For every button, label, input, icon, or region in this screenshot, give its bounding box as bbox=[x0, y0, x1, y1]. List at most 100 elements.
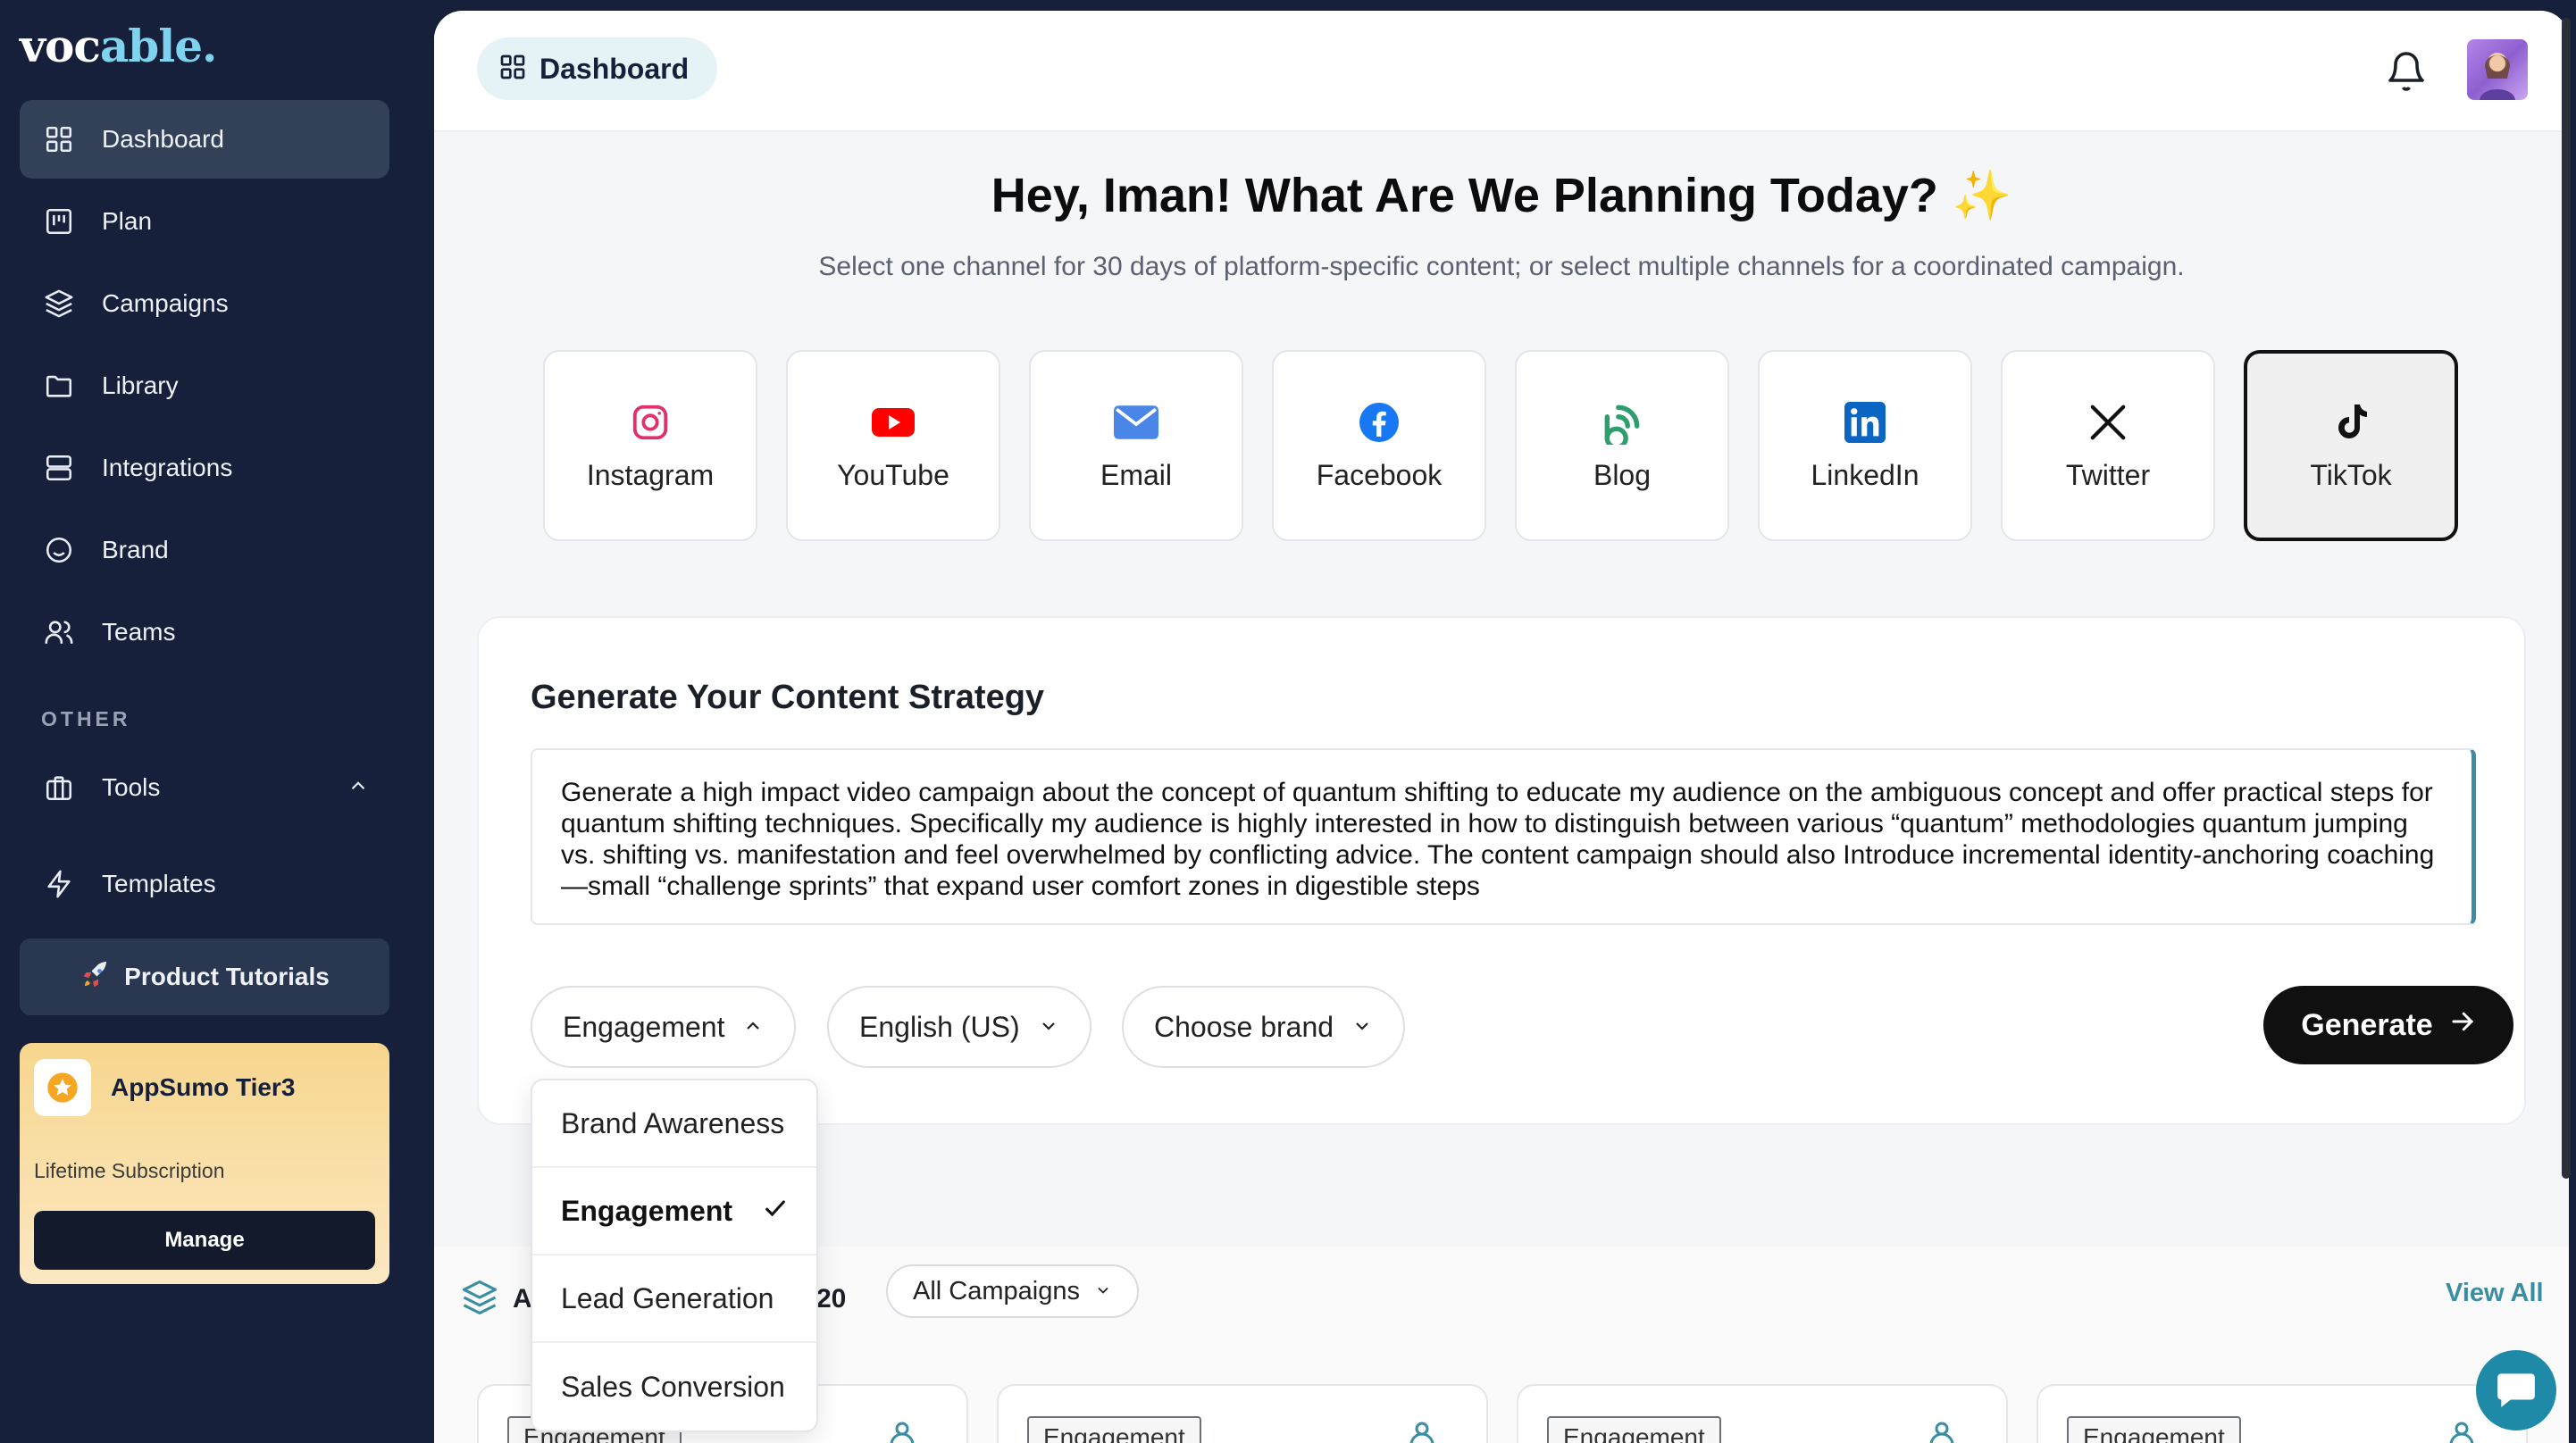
x-icon bbox=[2086, 400, 2130, 445]
channel-instagram[interactable]: Instagram bbox=[543, 350, 757, 541]
layers-icon bbox=[41, 286, 77, 321]
channel-blog[interactable]: Blog bbox=[1515, 350, 1729, 541]
bell-icon[interactable] bbox=[2385, 50, 2428, 93]
server-icon bbox=[41, 450, 77, 486]
product-tutorials-button[interactable]: Product Tutorials bbox=[20, 938, 389, 1015]
manage-button[interactable]: Manage bbox=[34, 1211, 375, 1270]
sidebar: vocable. Dashboard Plan Campaigns Librar… bbox=[0, 0, 432, 1443]
sidebar-tools[interactable]: Tools bbox=[20, 748, 389, 830]
goal-option-brand-awareness[interactable]: Brand Awareness bbox=[532, 1080, 816, 1168]
campaign-filter-dropdown[interactable]: All Campaigns bbox=[886, 1264, 1139, 1318]
channel-label: LinkedIn bbox=[1811, 458, 1919, 491]
goal-option-label: Sales Conversion bbox=[561, 1370, 785, 1403]
sidebar-item-dashboard[interactable]: Dashboard bbox=[20, 100, 389, 179]
chevron-up-icon[interactable] bbox=[347, 774, 370, 802]
channel-email[interactable]: Email bbox=[1029, 350, 1243, 541]
campaign-tag: Engagement bbox=[1547, 1416, 1721, 1443]
goal-option-label: Engagement bbox=[561, 1194, 733, 1227]
sidebar-item-templates[interactable]: Templates bbox=[20, 845, 389, 923]
channel-facebook[interactable]: Facebook bbox=[1272, 350, 1486, 541]
campaign-card[interactable]: Engagement bbox=[997, 1384, 1488, 1443]
campaign-filter-value: All Campaigns bbox=[913, 1276, 1080, 1305]
generate-button[interactable]: Generate bbox=[2263, 986, 2513, 1064]
sidebar-item-integrations[interactable]: Integrations bbox=[20, 429, 389, 507]
campaigns-count-fragment: 20 bbox=[816, 1284, 847, 1314]
top-bar: Dashboard bbox=[434, 11, 2569, 132]
arrow-right-icon bbox=[2449, 1008, 2476, 1043]
campaign-tag: Engagement bbox=[2067, 1416, 2241, 1443]
channel-tiktok[interactable]: TikTok bbox=[2244, 350, 2458, 541]
layers-icon bbox=[461, 1279, 498, 1321]
channel-selector: Instagram YouTube Email Facebook Blog Li… bbox=[543, 350, 2458, 541]
sidebar-item-library[interactable]: Library bbox=[20, 346, 389, 425]
sidebar-item-label: Teams bbox=[102, 618, 176, 646]
sidebar-item-label: Dashboard bbox=[102, 125, 224, 153]
sidebar-item-label: Library bbox=[102, 371, 179, 399]
campaigns-title-fragment: A bbox=[513, 1284, 532, 1314]
linkedin-icon bbox=[1843, 400, 1887, 445]
goal-option-label: Brand Awareness bbox=[561, 1106, 785, 1139]
facebook-icon bbox=[1357, 400, 1401, 445]
breadcrumb-label: Dashboard bbox=[539, 52, 690, 85]
view-all-link[interactable]: View All bbox=[2446, 1279, 2544, 1308]
page-scrollbar[interactable] bbox=[2562, 18, 2571, 1179]
sidebar-item-teams[interactable]: Teams bbox=[20, 593, 389, 671]
channel-label: Instagram bbox=[586, 458, 715, 491]
channel-linkedin[interactable]: LinkedIn bbox=[1758, 350, 1972, 541]
chat-support-button[interactable] bbox=[2476, 1350, 2556, 1430]
page-title: Hey, Iman! What Are We Planning Today? ✨ bbox=[434, 168, 2569, 224]
rocket-icon bbox=[79, 959, 112, 996]
goal-option-engagement[interactable]: Engagement bbox=[532, 1168, 816, 1255]
tiktok-icon bbox=[2329, 400, 2373, 445]
sidebar-section-other: OTHER bbox=[41, 707, 131, 730]
strategy-prompt-textarea[interactable]: Generate a high impact video campaign ab… bbox=[531, 748, 2476, 925]
toolbox-icon bbox=[41, 770, 77, 805]
youtube-icon bbox=[871, 400, 916, 445]
logo-text-accent: able bbox=[99, 20, 203, 72]
sidebar-item-label: Tools bbox=[102, 773, 161, 801]
plan-subtitle: Lifetime Subscription bbox=[34, 1159, 225, 1182]
goal-dropdown-value: Engagement bbox=[563, 1010, 725, 1043]
language-dropdown[interactable]: English (US) bbox=[827, 986, 1091, 1068]
brand-dropdown-value: Choose brand bbox=[1154, 1010, 1334, 1043]
channel-label: Twitter bbox=[2065, 458, 2151, 491]
email-icon bbox=[1114, 400, 1158, 445]
chevron-up-icon bbox=[742, 1011, 764, 1044]
instagram-icon bbox=[628, 400, 673, 445]
sidebar-item-label: Templates bbox=[102, 870, 216, 897]
brand-dropdown[interactable]: Choose brand bbox=[1122, 986, 1406, 1068]
page-subtitle: Select one channel for 30 days of platfo… bbox=[818, 252, 2185, 281]
campaign-card[interactable]: Engagement bbox=[2037, 1384, 2528, 1443]
goal-option-lead-generation[interactable]: Lead Generation bbox=[532, 1255, 816, 1343]
sidebar-item-label: Plan bbox=[102, 207, 153, 235]
sidebar-item-label: Brand bbox=[102, 536, 169, 563]
sidebar-item-brand[interactable]: Brand bbox=[20, 511, 389, 589]
sidebar-item-tools[interactable]: Tools bbox=[20, 748, 389, 827]
channel-label: TikTok bbox=[2310, 458, 2392, 491]
sidebar-item-label: Campaigns bbox=[102, 289, 229, 317]
sidebar-item-plan[interactable]: Plan bbox=[20, 182, 389, 261]
page-title-text: Hey, Iman! What Are We Planning Today? bbox=[991, 169, 1938, 222]
chevron-down-icon bbox=[1094, 1277, 1112, 1306]
campaign-card[interactable]: Engagement bbox=[1517, 1384, 2008, 1443]
plan-title: AppSumo Tier3 bbox=[111, 1073, 296, 1101]
goal-dropdown-menu: Brand Awareness Engagement Lead Generati… bbox=[531, 1079, 818, 1432]
smile-icon bbox=[41, 532, 77, 568]
kanban-icon bbox=[41, 204, 77, 239]
channel-youtube[interactable]: YouTube bbox=[786, 350, 1000, 541]
sparkles-icon: ✨ bbox=[1951, 169, 2012, 222]
chevron-down-icon bbox=[1351, 1011, 1373, 1044]
blog-icon bbox=[1600, 400, 1644, 445]
breadcrumb[interactable]: Dashboard bbox=[477, 38, 718, 100]
sidebar-item-campaigns[interactable]: Campaigns bbox=[20, 264, 389, 343]
goal-dropdown[interactable]: Engagement bbox=[531, 986, 797, 1068]
vocable-logo[interactable]: vocable. bbox=[20, 20, 217, 72]
sidebar-nav: Dashboard Plan Campaigns Library Integra… bbox=[20, 100, 389, 675]
sidebar-templates: Templates bbox=[20, 845, 389, 927]
channel-label: Email bbox=[1100, 458, 1172, 491]
channel-label: Facebook bbox=[1316, 458, 1443, 491]
channel-twitter[interactable]: Twitter bbox=[2001, 350, 2215, 541]
checkmark-icon bbox=[763, 1195, 788, 1228]
avatar[interactable] bbox=[2467, 39, 2528, 100]
goal-option-sales-conversion[interactable]: Sales Conversion bbox=[532, 1343, 816, 1430]
